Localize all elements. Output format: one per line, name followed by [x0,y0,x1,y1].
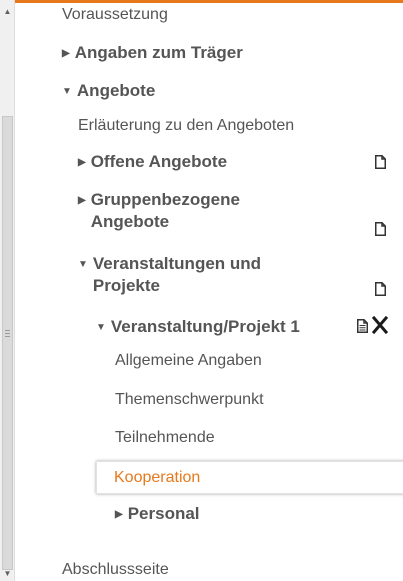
triangle-down-icon[interactable]: ▼ [78,254,88,276]
triangle-right-icon[interactable]: ▶ [78,152,86,174]
nav-item-label: Offene Angebote [90,152,228,171]
document-lines-icon[interactable] [357,319,368,333]
top-accent-bar [0,0,403,3]
nav-item-voraussetzung[interactable]: Voraussetzung [62,6,168,24]
nav-item-allgemeine-angaben[interactable]: Allgemeine Angaben [115,352,262,370]
nav-item-label: Personal [127,504,200,523]
nav-item-label-line2: Projekte [92,276,160,295]
triangle-right-icon[interactable]: ▶ [62,43,70,65]
nav-item-erlaeuterung[interactable]: Erläuterung zu den Angeboten [78,117,294,135]
add-document-icon[interactable] [375,222,386,236]
nav-item-label: Voraussetzung [62,6,168,23]
triangle-down-icon[interactable]: ▼ [96,317,106,339]
scroll-thumb[interactable] [2,116,13,570]
nav-item-label: Angaben zum Träger [74,43,243,62]
triangle-right-icon[interactable]: ▶ [78,190,86,212]
nav-item-label: Veranstaltung/Projekt 1 [110,317,300,336]
triangle-down-icon[interactable]: ▼ [62,81,72,103]
triangle-right-icon[interactable]: ▶ [115,504,123,526]
nav-item-themenschwerpunkt[interactable]: Themenschwerpunkt [115,391,264,409]
nav-item-kooperation-active[interactable]: Kooperation [96,461,403,494]
add-document-icon[interactable] [375,282,386,296]
nav-item-label: Abschlussseite [62,561,169,578]
nav-item-label: Erläuterung zu den Angeboten [78,117,295,134]
nav-item-label-line2: Angebote [90,212,170,231]
nav-item-angaben-zum-traeger[interactable]: ▶ Angaben zum Träger [62,42,243,65]
nav-item-gruppenbezogene-angebote[interactable]: ▶ Gruppenbezogene Angebote [78,189,240,233]
nav-item-label: Angebote [76,81,156,100]
nav-item-label-line1: Gruppenbezogene [90,190,240,209]
nav-item-offene-angebote[interactable]: ▶ Offene Angebote [78,151,227,174]
nav-item-angebote[interactable]: ▼ Angebote [62,80,155,103]
nav-item-veranstaltungen-und-projekte[interactable]: ▼ Veranstaltungen und Projekte [78,253,261,297]
nav-item-label: Kooperation [114,469,201,486]
nav-item-abschlussseite[interactable]: Abschlussseite [62,561,169,579]
scroll-down-arrow-icon[interactable]: ▼ [0,566,15,581]
vertical-scrollbar[interactable]: ▲ ▼ [0,0,15,581]
nav-item-veranstaltung-projekt-1[interactable]: ▼ Veranstaltung/Projekt 1 [96,316,300,339]
add-document-icon[interactable] [375,155,386,169]
nav-item-label: Themenschwerpunkt [115,391,264,408]
nav-item-label: Teilnehmende [115,429,215,446]
scroll-up-arrow-icon[interactable]: ▲ [0,4,15,19]
close-x-icon[interactable] [372,316,388,334]
nav-item-label-line1: Veranstaltungen und [92,254,262,273]
nav-item-teilnehmende[interactable]: Teilnehmende [115,429,215,447]
nav-item-personal[interactable]: ▶ Personal [115,503,200,526]
scroll-grip-icon [5,330,10,337]
nav-item-label: Allgemeine Angaben [115,352,262,369]
navigation-panel: ▲ ▼ Voraussetzung ▶ Angaben zum Träger ▼ A… [0,0,403,581]
